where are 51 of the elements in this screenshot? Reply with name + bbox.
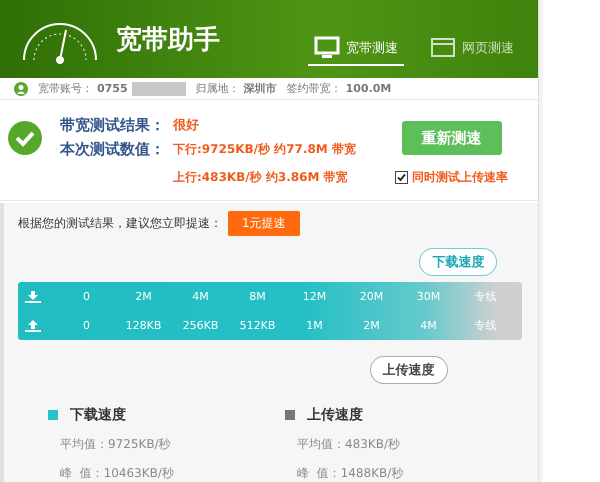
- upload-result: 上行:483KB/秒 约3.86M 带宽: [173, 168, 349, 186]
- upload-speed-bubble: 上传速度: [370, 356, 448, 384]
- account-label: 宽带账号：: [38, 81, 93, 96]
- upload-tick: 专线: [474, 318, 498, 333]
- download-speed-bubble: 下载速度: [419, 248, 498, 276]
- plan-value: 100.0M: [346, 82, 392, 96]
- upload-tick: 2M: [362, 319, 381, 332]
- tab-label: 宽带测速: [346, 40, 398, 58]
- average-value: 平均值：9725KB/秒: [59, 436, 172, 453]
- checkbox-label: 同时测试上传速率: [412, 168, 508, 186]
- upload-checkbox[interactable]: [395, 170, 408, 184]
- upload-tick: 256KB: [182, 319, 220, 332]
- upload-tick: 4M: [419, 319, 438, 332]
- retest-button[interactable]: 重新测速: [402, 121, 502, 155]
- download-tick: 30M: [416, 290, 442, 303]
- redaction-mask: [132, 82, 186, 96]
- suggestion-text: 根据您的测试结果，建议您立即提速：: [18, 215, 222, 232]
- check-circle-icon: [8, 121, 42, 155]
- upload-tick: 1M: [305, 319, 324, 332]
- user-icon: [14, 82, 28, 96]
- values-label: 本次测试数值：: [60, 140, 165, 158]
- account-number: 0755: [97, 82, 128, 96]
- upload-tick: 512KB: [238, 319, 276, 332]
- download-tick: 8M: [248, 290, 267, 303]
- result-label: 带宽测试结果：: [60, 116, 165, 134]
- stat-title: 下载速度: [70, 406, 126, 424]
- upload-tick: 128KB: [124, 319, 162, 332]
- download-tick: 12M: [302, 290, 328, 303]
- stat-title: 上传速度: [307, 406, 363, 424]
- monitor-icon: [314, 36, 340, 60]
- result-rating: 很好: [173, 117, 200, 134]
- region-value: 深圳市: [244, 81, 277, 96]
- download-tick: 0: [82, 290, 91, 303]
- speed-up-button[interactable]: 1元提速: [228, 211, 300, 236]
- upload-icon: [24, 318, 42, 332]
- download-icon: [24, 290, 42, 304]
- peak-value: 峰 值：10463KB/秒: [59, 465, 175, 482]
- download-tick: 2M: [134, 290, 153, 303]
- header-tab[interactable]: 网页测速: [424, 32, 520, 66]
- plan-label: 签约带宽：: [286, 81, 342, 96]
- download-tick: 4M: [191, 290, 210, 303]
- download-result: 下行:9725KB/秒 约77.8M 带宽: [173, 140, 357, 158]
- upload-tick: 0: [82, 319, 91, 332]
- download-tick: 专线: [474, 289, 498, 304]
- region-label: 归属地：: [196, 81, 240, 96]
- average-value: 平均值：483KB/秒: [296, 436, 402, 453]
- header-tab[interactable]: 宽带测速: [308, 32, 404, 66]
- download-tick: 20M: [358, 290, 384, 303]
- app-title: 宽带助手: [116, 24, 221, 57]
- tab-label: 网页测速: [462, 40, 514, 58]
- peak-value: 峰 值：1488KB/秒: [296, 465, 404, 482]
